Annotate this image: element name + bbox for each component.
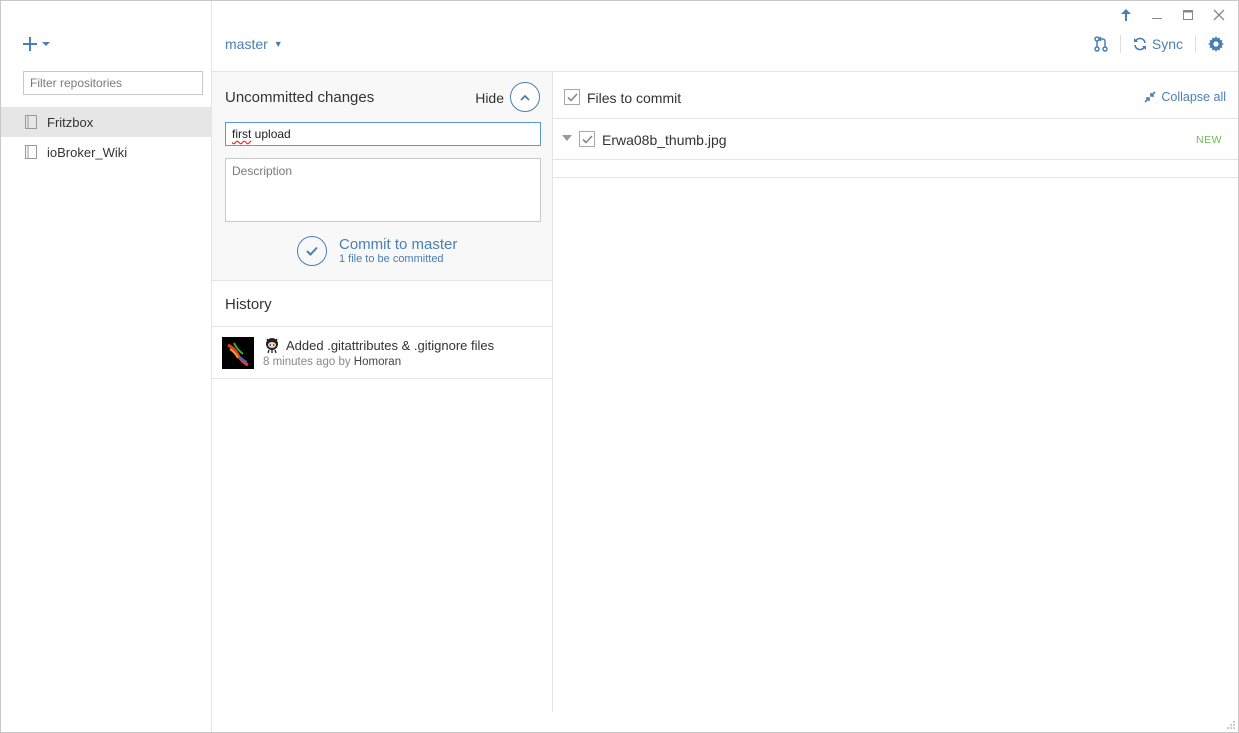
sync-button[interactable]: Sync	[1133, 36, 1183, 52]
collapse-all-button[interactable]: Collapse all	[1144, 90, 1226, 104]
file-name: Erwa08b_thumb.jpg	[602, 132, 727, 148]
file-checkbox[interactable]	[579, 131, 595, 147]
commit-time: 8 minutes ago	[263, 356, 336, 368]
changes-column: Uncommitted changes Hide first upload Co…	[212, 72, 553, 712]
chevron-up-icon	[520, 94, 530, 101]
commit-author: Homoran	[353, 356, 402, 368]
repo-item-iobroker-wiki[interactable]: ioBroker_Wiki	[1, 137, 211, 167]
gear-icon[interactable]	[1208, 36, 1224, 52]
resize-grip-icon[interactable]	[1226, 720, 1236, 730]
close-icon[interactable]	[1212, 8, 1226, 22]
files-header: Files to commit Collapse all	[553, 72, 1238, 119]
commit-check-icon	[297, 236, 327, 266]
file-row[interactable]: Erwa08b_thumb.jpg NEW	[553, 119, 1238, 160]
filter-repositories-input[interactable]	[23, 71, 203, 95]
github-octocat-icon	[266, 338, 278, 354]
summary-rest: upload	[251, 127, 291, 141]
pull-request-icon[interactable]	[1094, 36, 1108, 52]
avatar	[222, 337, 254, 369]
expand-triangle-icon[interactable]	[562, 135, 572, 141]
sync-icon	[1133, 37, 1146, 51]
history-title: History	[225, 296, 272, 313]
plus-icon	[23, 37, 37, 51]
toolbar-separator	[1119, 35, 1121, 53]
hide-button[interactable]	[510, 82, 540, 112]
repo-item-fritzbox[interactable]: Fritzbox	[1, 107, 211, 137]
files-column: Files to commit Collapse all Erwa08b_thu…	[553, 72, 1238, 732]
repository-book-icon	[25, 145, 37, 159]
checkmark-icon	[566, 92, 578, 102]
files-to-commit-title: Files to commit	[587, 90, 682, 106]
toolbar-separator	[1195, 35, 1196, 53]
commit-button[interactable]: Commit to master 1 file to be committed	[297, 235, 457, 267]
commit-summary-input[interactable]: first upload	[225, 122, 541, 146]
checkmark-icon	[581, 134, 593, 144]
select-all-checkbox[interactable]	[564, 89, 580, 105]
commit-label: Commit to master	[339, 236, 458, 253]
chevron-down-icon	[42, 42, 50, 46]
collapse-arrows-icon	[1144, 91, 1156, 103]
window-controls	[1119, 6, 1226, 24]
history-item[interactable]: Added .gitattributes & .gitignore files …	[212, 327, 552, 379]
add-repository-button[interactable]	[23, 34, 55, 54]
commit-message: Added .gitattributes & .gitignore files	[286, 338, 495, 353]
repository-list: Fritzbox ioBroker_Wiki	[1, 107, 211, 167]
branch-name: master	[225, 36, 268, 52]
misspelled-word: first	[232, 127, 252, 141]
caret-down-icon: ▼	[273, 39, 283, 49]
file-status-badge: NEW	[1196, 134, 1222, 146]
maximize-icon[interactable]	[1181, 8, 1195, 22]
commit-by: by	[335, 356, 354, 368]
commit-description-input[interactable]	[225, 158, 541, 222]
branch-selector[interactable]: master ▼	[225, 36, 283, 52]
hide-button-label[interactable]: Hide	[475, 90, 504, 106]
commit-meta: 8 minutes ago by Homoran	[263, 356, 401, 368]
repo-item-label: Fritzbox	[47, 114, 94, 130]
uncommitted-changes-panel: Uncommitted changes Hide first upload Co…	[212, 72, 552, 281]
file-diff-divider	[553, 177, 1238, 178]
commit-text: Commit to master 1 file to be committed	[339, 236, 457, 266]
publish-arrow-up-icon[interactable]	[1119, 8, 1133, 22]
topbar: master ▼ Sync	[212, 1, 1238, 72]
sidebar: Fritzbox ioBroker_Wiki	[1, 1, 212, 732]
collapse-all-label: Collapse all	[1161, 90, 1226, 104]
repository-book-icon	[25, 115, 37, 129]
top-actions: Sync	[1094, 34, 1224, 54]
history-list: Added .gitattributes & .gitignore files …	[212, 326, 552, 379]
minimize-icon[interactable]	[1150, 8, 1164, 22]
app-window: Fritzbox ioBroker_Wiki master ▼	[0, 0, 1239, 733]
uncommitted-changes-title: Uncommitted changes	[225, 89, 375, 106]
repo-item-label: ioBroker_Wiki	[47, 144, 128, 160]
sync-label: Sync	[1151, 36, 1183, 52]
commit-sublabel: 1 file to be committed	[339, 253, 444, 265]
